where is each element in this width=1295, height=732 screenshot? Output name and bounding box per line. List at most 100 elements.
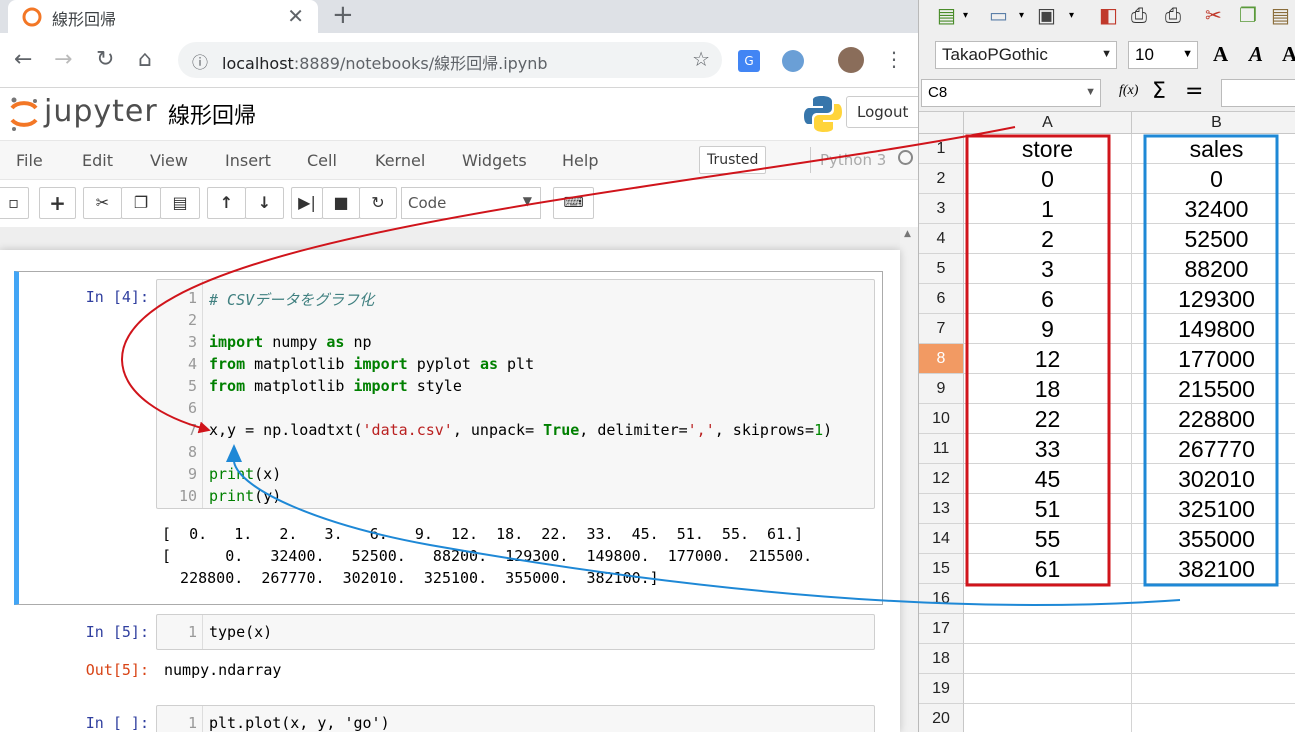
cell-b[interactable] (1132, 704, 1295, 732)
column-header-a[interactable]: A (964, 112, 1132, 134)
export-pdf-icon[interactable]: ◧ (1099, 3, 1118, 27)
restart-icon[interactable]: ↻ (359, 187, 397, 219)
cell-b[interactable]: 215500 (1132, 374, 1295, 404)
italic-icon[interactable]: A (1249, 42, 1263, 67)
chevron-down-icon[interactable]: ▾ (1019, 10, 1024, 21)
row-header[interactable]: 8 (919, 344, 964, 374)
cell-b[interactable]: 88200 (1132, 254, 1295, 284)
cell-a[interactable]: 45 (964, 464, 1132, 494)
cell-b[interactable]: sales (1132, 134, 1295, 164)
cell-type-select[interactable]: Code ▼ (401, 187, 541, 219)
trusted-indicator[interactable]: Trusted (699, 146, 766, 174)
cell-a[interactable]: 22 (964, 404, 1132, 434)
code-input[interactable]: 1 type(x) (156, 614, 875, 650)
cell-b[interactable]: 52500 (1132, 224, 1295, 254)
cell-b[interactable]: 228800 (1132, 404, 1295, 434)
menu-widgets[interactable]: Widgets (462, 151, 527, 170)
reload-icon[interactable]: ↻ (96, 47, 114, 72)
profile-avatar[interactable] (838, 47, 864, 73)
forward-icon[interactable]: → (54, 47, 72, 72)
new-tab-icon[interactable]: + (332, 0, 354, 30)
back-icon[interactable]: ← (14, 47, 32, 72)
move-down-icon[interactable]: ↓ (245, 187, 284, 219)
translate-extension-icon[interactable]: G (738, 50, 760, 72)
cell-a[interactable]: 0 (964, 164, 1132, 194)
code-cell[interactable]: In [ ]: 1 plt.plot(x, y, 'go') (14, 702, 883, 732)
cell-a[interactable] (964, 584, 1132, 614)
row-header[interactable]: 15 (919, 554, 964, 584)
address-bar[interactable]: ⓘ localhost:8889/notebooks/線形回帰.ipynb ☆ (178, 42, 722, 78)
cell-b[interactable] (1132, 614, 1295, 644)
home-icon[interactable]: ⌂ (138, 47, 152, 72)
cell-a[interactable]: 2 (964, 224, 1132, 254)
cell-a[interactable]: store (964, 134, 1132, 164)
copy-icon[interactable]: ❐ (1239, 3, 1257, 27)
menu-cell[interactable]: Cell (307, 151, 337, 170)
font-size-box[interactable]: 10 ▼ (1128, 41, 1198, 69)
row-header[interactable]: 17 (919, 614, 964, 644)
cell-a[interactable]: 61 (964, 554, 1132, 584)
row-header[interactable]: 1 (919, 134, 964, 164)
code-input[interactable]: 1 2 3 4 5 6 7 8 9 10 # CSVデータをグラフ化 impor… (156, 279, 875, 509)
cell-a[interactable] (964, 674, 1132, 704)
row-header[interactable]: 13 (919, 494, 964, 524)
info-icon[interactable]: ⓘ (192, 49, 208, 73)
cell-a[interactable] (964, 704, 1132, 732)
cell-b[interactable]: 325100 (1132, 494, 1295, 524)
cell-a[interactable]: 51 (964, 494, 1132, 524)
code-cell-selected[interactable]: In [4]: 1 2 3 4 5 6 7 8 9 10 # CSVデータをグラ… (14, 271, 883, 605)
select-all-corner[interactable] (919, 112, 964, 134)
cell-b[interactable] (1132, 644, 1295, 674)
cell-b[interactable]: 267770 (1132, 434, 1295, 464)
cell-a[interactable]: 9 (964, 314, 1132, 344)
cell-b[interactable]: 32400 (1132, 194, 1295, 224)
cell-a[interactable]: 18 (964, 374, 1132, 404)
menu-kernel[interactable]: Kernel (375, 151, 425, 170)
save-icon[interactable]: ▣ (1037, 3, 1056, 27)
cell-a[interactable] (964, 614, 1132, 644)
print-preview-icon[interactable]: ⎙ (1165, 3, 1181, 27)
extension-icon[interactable] (782, 50, 804, 72)
row-header[interactable]: 14 (919, 524, 964, 554)
code-cell[interactable]: In [5]: 1 type(x) Out[5]: numpy.ndarray (14, 610, 883, 695)
formula-equals-icon[interactable]: = (1185, 79, 1203, 104)
font-color-icon[interactable]: A (1213, 42, 1228, 67)
menu-help[interactable]: Help (562, 151, 598, 170)
function-wizard-icon[interactable]: f(x) (1119, 83, 1138, 99)
row-header[interactable]: 12 (919, 464, 964, 494)
cell-a[interactable]: 55 (964, 524, 1132, 554)
cell-b[interactable] (1132, 674, 1295, 704)
chevron-down-icon[interactable]: ▾ (963, 10, 968, 21)
cell-a[interactable] (964, 644, 1132, 674)
row-header[interactable]: 16 (919, 584, 964, 614)
stop-icon[interactable]: ■ (322, 187, 360, 219)
code-input[interactable]: 1 plt.plot(x, y, 'go') (156, 705, 875, 732)
menu-edit[interactable]: Edit (82, 151, 113, 170)
jupyter-logo-text[interactable]: jupyter (44, 94, 158, 129)
cell-b[interactable]: 0 (1132, 164, 1295, 194)
cell-b[interactable]: 149800 (1132, 314, 1295, 344)
notebook-title[interactable]: 線形回帰 (168, 98, 256, 130)
run-icon[interactable]: ▶| (291, 187, 323, 219)
formula-input[interactable] (1221, 79, 1295, 107)
save-icon[interactable]: ▫ (0, 187, 29, 219)
cell-a[interactable]: 12 (964, 344, 1132, 374)
new-document-icon[interactable]: ▤ (937, 3, 956, 27)
move-up-icon[interactable]: ↑ (207, 187, 246, 219)
keyboard-icon[interactable]: ⌨ (553, 187, 594, 219)
cell-b[interactable]: 177000 (1132, 344, 1295, 374)
cut-icon[interactable]: ✂ (1205, 3, 1222, 27)
paste-icon[interactable]: ▤ (1271, 3, 1290, 27)
menu-file[interactable]: File (16, 151, 43, 170)
row-header[interactable]: 3 (919, 194, 964, 224)
paste-icon[interactable]: ▤ (160, 187, 200, 219)
cell-a[interactable]: 3 (964, 254, 1132, 284)
cell-b[interactable]: 382100 (1132, 554, 1295, 584)
cell-a[interactable]: 6 (964, 284, 1132, 314)
row-header[interactable]: 7 (919, 314, 964, 344)
font-name-box[interactable]: TakaoPGothic ▼ (935, 41, 1117, 69)
cell-b[interactable]: 302010 (1132, 464, 1295, 494)
name-box[interactable]: C8 ▼ (921, 79, 1101, 107)
cut-icon[interactable]: ✂ (83, 187, 122, 219)
bold-icon[interactable]: A (1282, 42, 1295, 67)
